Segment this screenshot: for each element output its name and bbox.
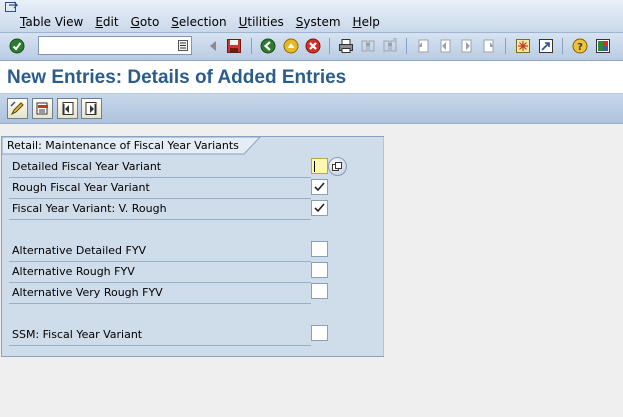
menu-help[interactable]: Help — [353, 14, 380, 30]
field-label: Alternative Rough FYV — [12, 265, 135, 278]
back-icon[interactable] — [259, 37, 277, 55]
command-input[interactable] — [39, 37, 177, 52]
previous-entry-icon[interactable] — [57, 98, 78, 119]
first-page-icon[interactable] — [414, 37, 432, 55]
menu-items: Table View Edit Goto Selection Utilities… — [20, 14, 392, 30]
menu-system[interactable]: System — [296, 14, 341, 30]
menu-bar: Table View Edit Goto Selection Utilities… — [0, 0, 623, 32]
standard-toolbar: ? — [0, 32, 623, 61]
alt-rough-fyv-checkbox[interactable] — [311, 262, 328, 278]
field-row-very-rough-fyv: Fiscal Year Variant: V. Rough — [9, 199, 311, 220]
field-label: Detailed Fiscal Year Variant — [12, 160, 162, 173]
rough-fyv-checkbox[interactable] — [311, 179, 328, 195]
change-display-icon[interactable] — [7, 98, 28, 119]
alt-very-rough-fyv-checkbox[interactable] — [311, 283, 328, 299]
last-page-icon[interactable] — [480, 37, 498, 55]
field-row-rough-fyv: Rough Fiscal Year Variant — [9, 178, 311, 199]
title-bar: New Entries: Details of Added Entries — [0, 61, 623, 93]
field-label: Alternative Very Rough FYV — [12, 286, 163, 299]
field-label: Rough Fiscal Year Variant — [12, 181, 150, 194]
previous-page-icon[interactable] — [436, 37, 454, 55]
save-icon[interactable] — [225, 37, 243, 55]
menu-utilities[interactable]: Utilities — [239, 14, 284, 30]
toolbar-separator — [562, 38, 563, 54]
fiscal-year-variants-group: Retail: Maintenance of Fiscal Year Varia… — [1, 136, 384, 357]
toolbar-separator — [329, 38, 330, 54]
field-label: SSM: Fiscal Year Variant — [12, 328, 143, 341]
toolbar-separator — [406, 38, 407, 54]
shortcut-icon[interactable] — [537, 37, 555, 55]
alt-detailed-fyv-checkbox[interactable] — [311, 241, 328, 257]
page-title: New Entries: Details of Added Entries — [7, 67, 347, 88]
window-menu-icon[interactable] — [5, 1, 19, 13]
back-arrow-icon[interactable] — [204, 37, 222, 55]
create-session-icon[interactable] — [514, 37, 532, 55]
cancel-icon[interactable] — [304, 37, 322, 55]
svg-text:?: ? — [577, 42, 583, 53]
field-label: Fiscal Year Variant: V. Rough — [12, 202, 167, 215]
value-help-button[interactable] — [328, 157, 347, 176]
print-icon[interactable] — [337, 37, 355, 55]
menu-edit[interactable]: Edit — [95, 14, 118, 30]
customize-layout-icon[interactable] — [594, 37, 612, 55]
toolbar-separator — [251, 38, 252, 54]
group-shadow — [383, 137, 384, 356]
group-title: Retail: Maintenance of Fiscal Year Varia… — [7, 139, 239, 152]
toolbar-separator — [505, 38, 506, 54]
exit-icon[interactable] — [282, 37, 300, 55]
menu-selection[interactable]: Selection — [171, 14, 226, 30]
field-row-alt-rough-fyv: Alternative Rough FYV — [9, 262, 311, 283]
field-label: Alternative Detailed FYV — [12, 244, 147, 257]
menu-goto[interactable]: Goto — [131, 14, 160, 30]
field-row-ssm-fyv: SSM: Fiscal Year Variant — [9, 325, 311, 346]
next-entry-icon[interactable] — [81, 98, 102, 119]
group-title-tab: Retail: Maintenance of Fiscal Year Varia… — [2, 137, 261, 155]
field-row-detailed-fyv: Detailed Fiscal Year Variant — [9, 157, 311, 178]
command-field[interactable] — [38, 36, 192, 55]
field-row-alt-detailed-fyv: Alternative Detailed FYV — [9, 241, 311, 262]
help-icon[interactable]: ? — [571, 37, 589, 55]
very-rough-fyv-checkbox[interactable] — [311, 200, 328, 216]
check-icon — [314, 203, 325, 213]
find-icon[interactable] — [359, 37, 377, 55]
delete-icon[interactable] — [32, 98, 53, 119]
command-history-icon[interactable] — [178, 40, 188, 51]
find-next-icon[interactable] — [381, 37, 399, 55]
application-toolbar — [0, 93, 623, 124]
check-icon — [314, 182, 325, 192]
enter-icon[interactable] — [8, 37, 26, 55]
menu-table-view[interactable]: Table View — [20, 14, 83, 30]
next-page-icon[interactable] — [458, 37, 476, 55]
field-row-alt-very-rough-fyv: Alternative Very Rough FYV — [9, 283, 311, 304]
ssm-fyv-checkbox[interactable] — [311, 325, 328, 341]
detailed-fyv-checkbox[interactable] — [311, 158, 328, 174]
text-cursor — [314, 161, 315, 172]
